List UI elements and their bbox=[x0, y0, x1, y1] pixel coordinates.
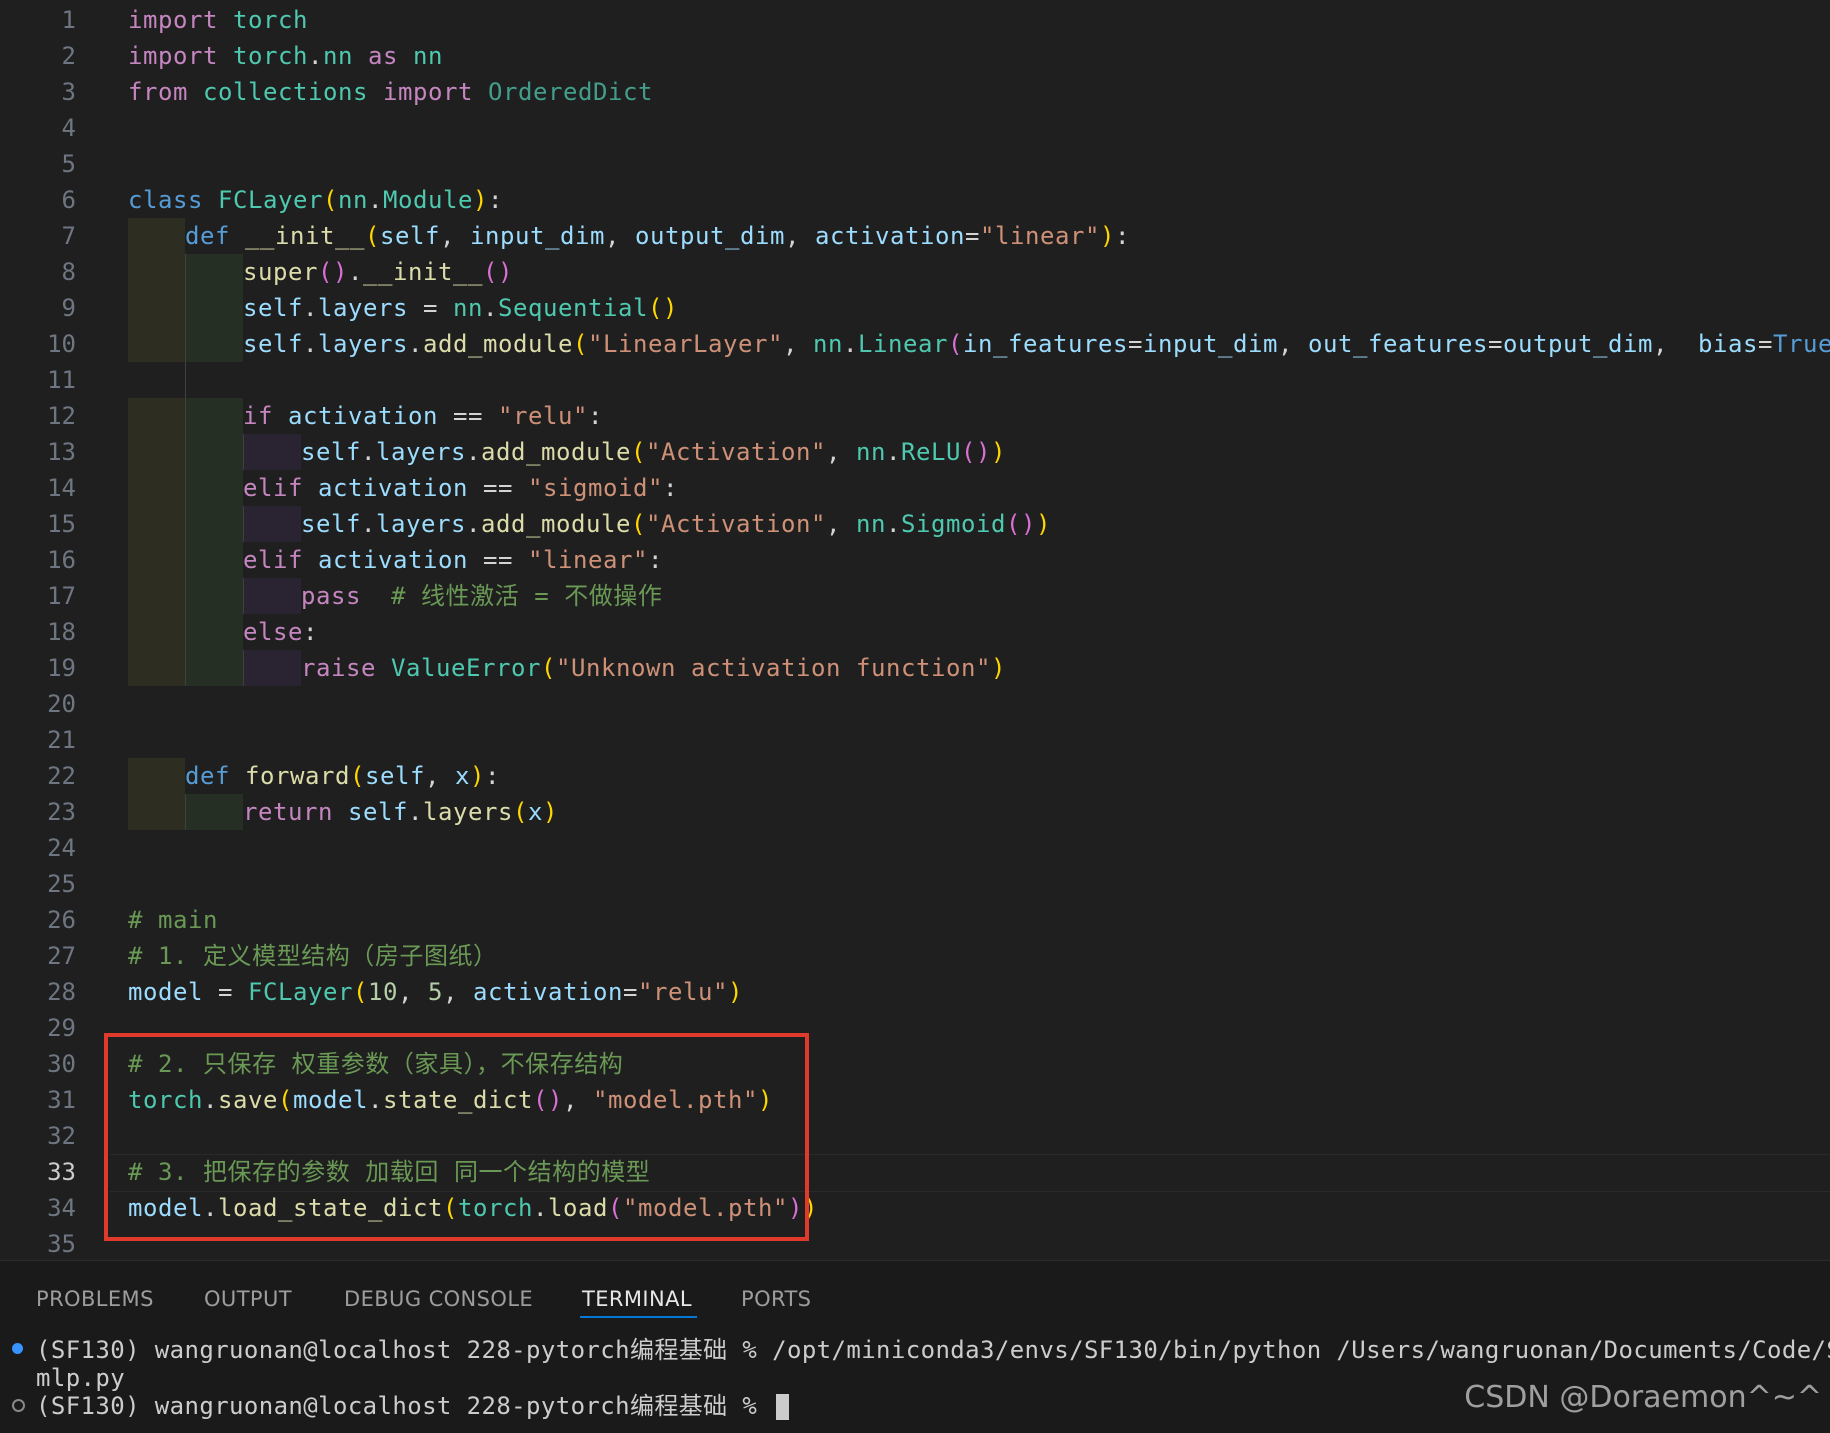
code-line-27[interactable]: # 1. 定义模型结构（房子图纸） bbox=[0, 938, 1830, 974]
code-line-33[interactable]: # 3. 把保存的参数 加载回 同一个结构的模型 bbox=[0, 1154, 1830, 1192]
line-number: 29 bbox=[47, 1014, 76, 1042]
line-number: 4 bbox=[61, 114, 76, 142]
code-line-13[interactable]: self.layers.add_module("Activation", nn.… bbox=[0, 434, 1830, 470]
line-number: 25 bbox=[47, 870, 76, 898]
terminal-line-1: (SF130) wangruonan@localhost 228-pytorch… bbox=[36, 1336, 1830, 1364]
line-number: 35 bbox=[47, 1230, 76, 1258]
code-line-19[interactable]: raise ValueError("Unknown activation fun… bbox=[0, 650, 1830, 686]
code-line-11[interactable] bbox=[0, 362, 1830, 398]
code-editor[interactable]: 1 2 3 4 5 6 7 8 9 10 11 12 13 14 15 16 17 18 19 20 21 22 23 24 2… bbox=[0, 0, 1830, 1260]
command-pending-dot-icon[interactable] bbox=[12, 1399, 25, 1412]
line-number: 21 bbox=[47, 726, 76, 754]
code-line-22[interactable]: def forward(self, x): bbox=[0, 758, 1830, 794]
code-line-3[interactable]: from collections import OrderedDict bbox=[0, 74, 1830, 110]
code-line-10[interactable]: self.layers.add_module("LinearLayer", nn… bbox=[0, 326, 1830, 362]
code-line-18[interactable]: else: bbox=[0, 614, 1830, 650]
line-number: 20 bbox=[47, 690, 76, 718]
line-number: 32 bbox=[47, 1122, 76, 1150]
terminal-prompt[interactable]: (SF130) wangruonan@localhost 228-pytorch… bbox=[36, 1392, 790, 1420]
line-number: 24 bbox=[47, 834, 76, 862]
code-line-14[interactable]: elif activation == "sigmoid": bbox=[0, 470, 1830, 506]
code-line-16[interactable]: elif activation == "linear": bbox=[0, 542, 1830, 578]
panel-tabs: PROBLEMS OUTPUT DEBUG CONSOLE TERMINAL P… bbox=[0, 1261, 1830, 1331]
tab-problems[interactable]: PROBLEMS bbox=[36, 1287, 154, 1311]
command-status-dot-icon[interactable] bbox=[12, 1343, 23, 1354]
active-tab-indicator bbox=[580, 1316, 697, 1318]
code-line-26[interactable]: # main bbox=[0, 902, 1830, 938]
code-line-28[interactable]: model = FCLayer(10, 5, activation="relu"… bbox=[0, 974, 1830, 1010]
code-line-7[interactable]: def __init__(self, input_dim, output_dim… bbox=[0, 218, 1830, 254]
code-line-30[interactable]: # 2. 只保存 权重参数（家具），不保存结构 bbox=[0, 1046, 1830, 1082]
code-line-8[interactable]: super().__init__() bbox=[0, 254, 1830, 290]
tab-ports[interactable]: PORTS bbox=[741, 1287, 811, 1311]
code-line-17[interactable]: pass # 线性激活 = 不做操作 bbox=[0, 578, 1830, 614]
code-line-31[interactable]: torch.save(model.state_dict(), "model.pt… bbox=[0, 1082, 1830, 1118]
code-line-12[interactable]: if activation == "relu": bbox=[0, 398, 1830, 434]
terminal-line-3: (SF130) wangruonan@localhost 228-pytorch… bbox=[36, 1392, 773, 1420]
tab-debug-console[interactable]: DEBUG CONSOLE bbox=[344, 1287, 533, 1311]
tab-output[interactable]: OUTPUT bbox=[204, 1287, 292, 1311]
code-line-9[interactable]: self.layers = nn.Sequential() bbox=[0, 290, 1830, 326]
code-line-6[interactable]: class FCLayer(nn.Module): bbox=[0, 182, 1830, 218]
code-line-1[interactable]: import torch bbox=[0, 2, 1830, 38]
terminal-cursor bbox=[776, 1394, 790, 1420]
code-line-15[interactable]: self.layers.add_module("Activation", nn.… bbox=[0, 506, 1830, 542]
code-line-34[interactable]: model.load_state_dict(torch.load("model.… bbox=[0, 1190, 1830, 1226]
watermark: CSDN @Doraemon^~^ bbox=[1464, 1380, 1822, 1415]
line-number: 5 bbox=[61, 150, 76, 178]
tab-terminal[interactable]: TERMINAL bbox=[582, 1287, 692, 1311]
code-line-23[interactable]: return self.layers(x) bbox=[0, 794, 1830, 830]
code-line-2[interactable]: import torch.nn as nn bbox=[0, 38, 1830, 74]
terminal-line-2: mlp.py bbox=[36, 1364, 126, 1392]
